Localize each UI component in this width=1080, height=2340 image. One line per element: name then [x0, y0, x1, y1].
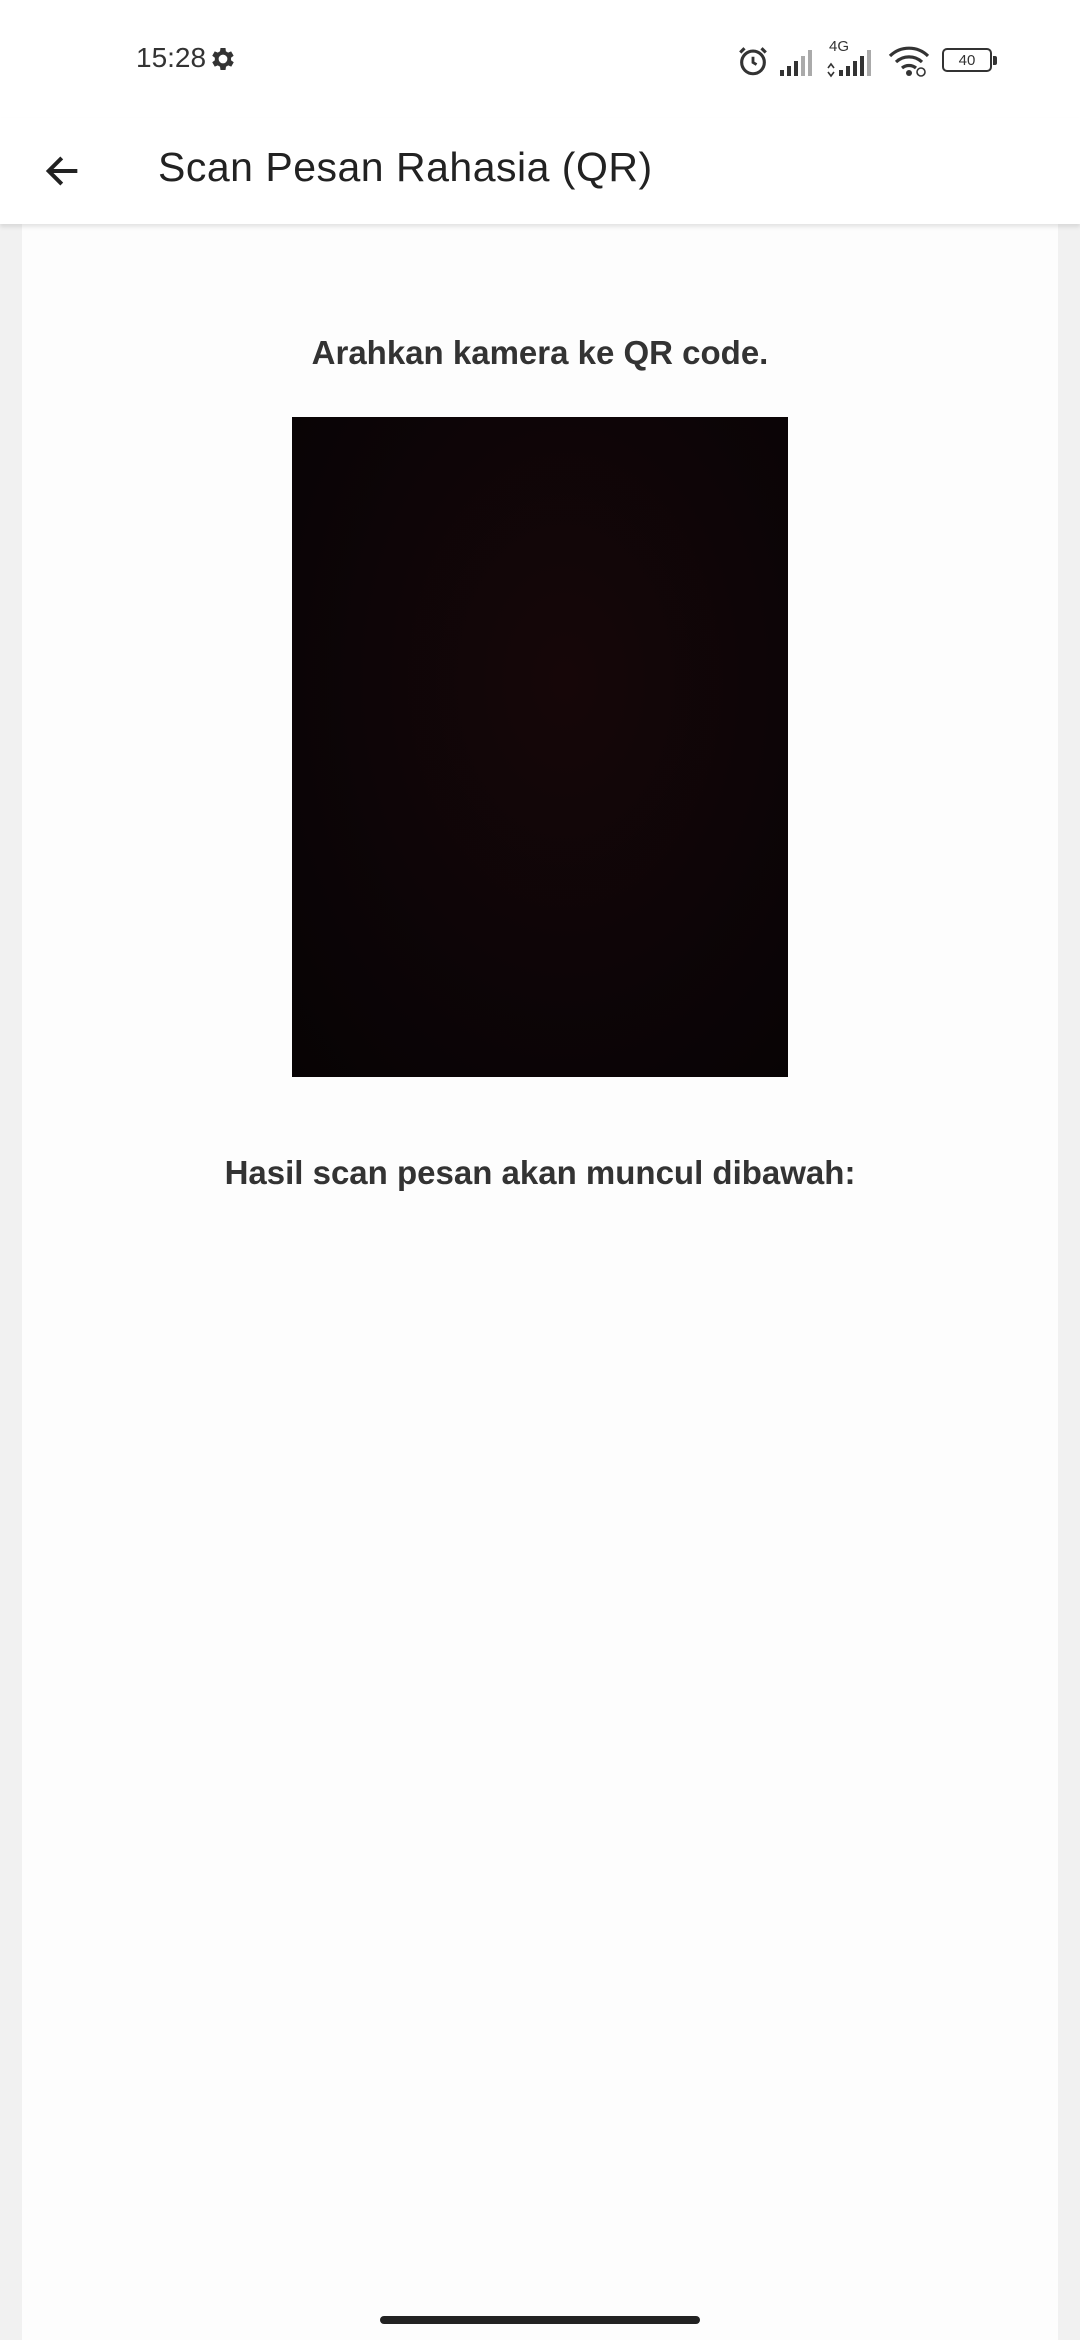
- signal-icon: [780, 50, 812, 76]
- scanner-card: Arahkan kamera ke QR code. Hasil scan pe…: [22, 224, 1058, 2340]
- battery-icon: 40: [942, 48, 992, 72]
- status-time: 15:28: [136, 42, 207, 73]
- gear-icon: [212, 48, 234, 70]
- signal-4g-icon: [827, 50, 871, 78]
- battery-tip: [993, 56, 997, 65]
- arrow-left-icon: [45, 156, 78, 186]
- battery-level: 40: [958, 51, 976, 69]
- status-icons: 4G 40: [736, 38, 1016, 80]
- scan-instruction: Arahkan kamera ke QR code.: [311, 334, 769, 371]
- page-title: Scan Pesan Rahasia (QR): [158, 144, 653, 190]
- back-button[interactable]: [26, 135, 98, 207]
- wifi-icon: [888, 46, 930, 77]
- status-bar: 15:28 4G 40: [0, 0, 1080, 118]
- camera-preview[interactable]: [292, 417, 788, 1077]
- app-bar: Scan Pesan Rahasia (QR): [0, 118, 1080, 224]
- alarm-icon: [739, 47, 767, 76]
- home-indicator[interactable]: [380, 2316, 700, 2324]
- result-label: Hasil scan pesan akan muncul dibawah:: [224, 1154, 856, 1191]
